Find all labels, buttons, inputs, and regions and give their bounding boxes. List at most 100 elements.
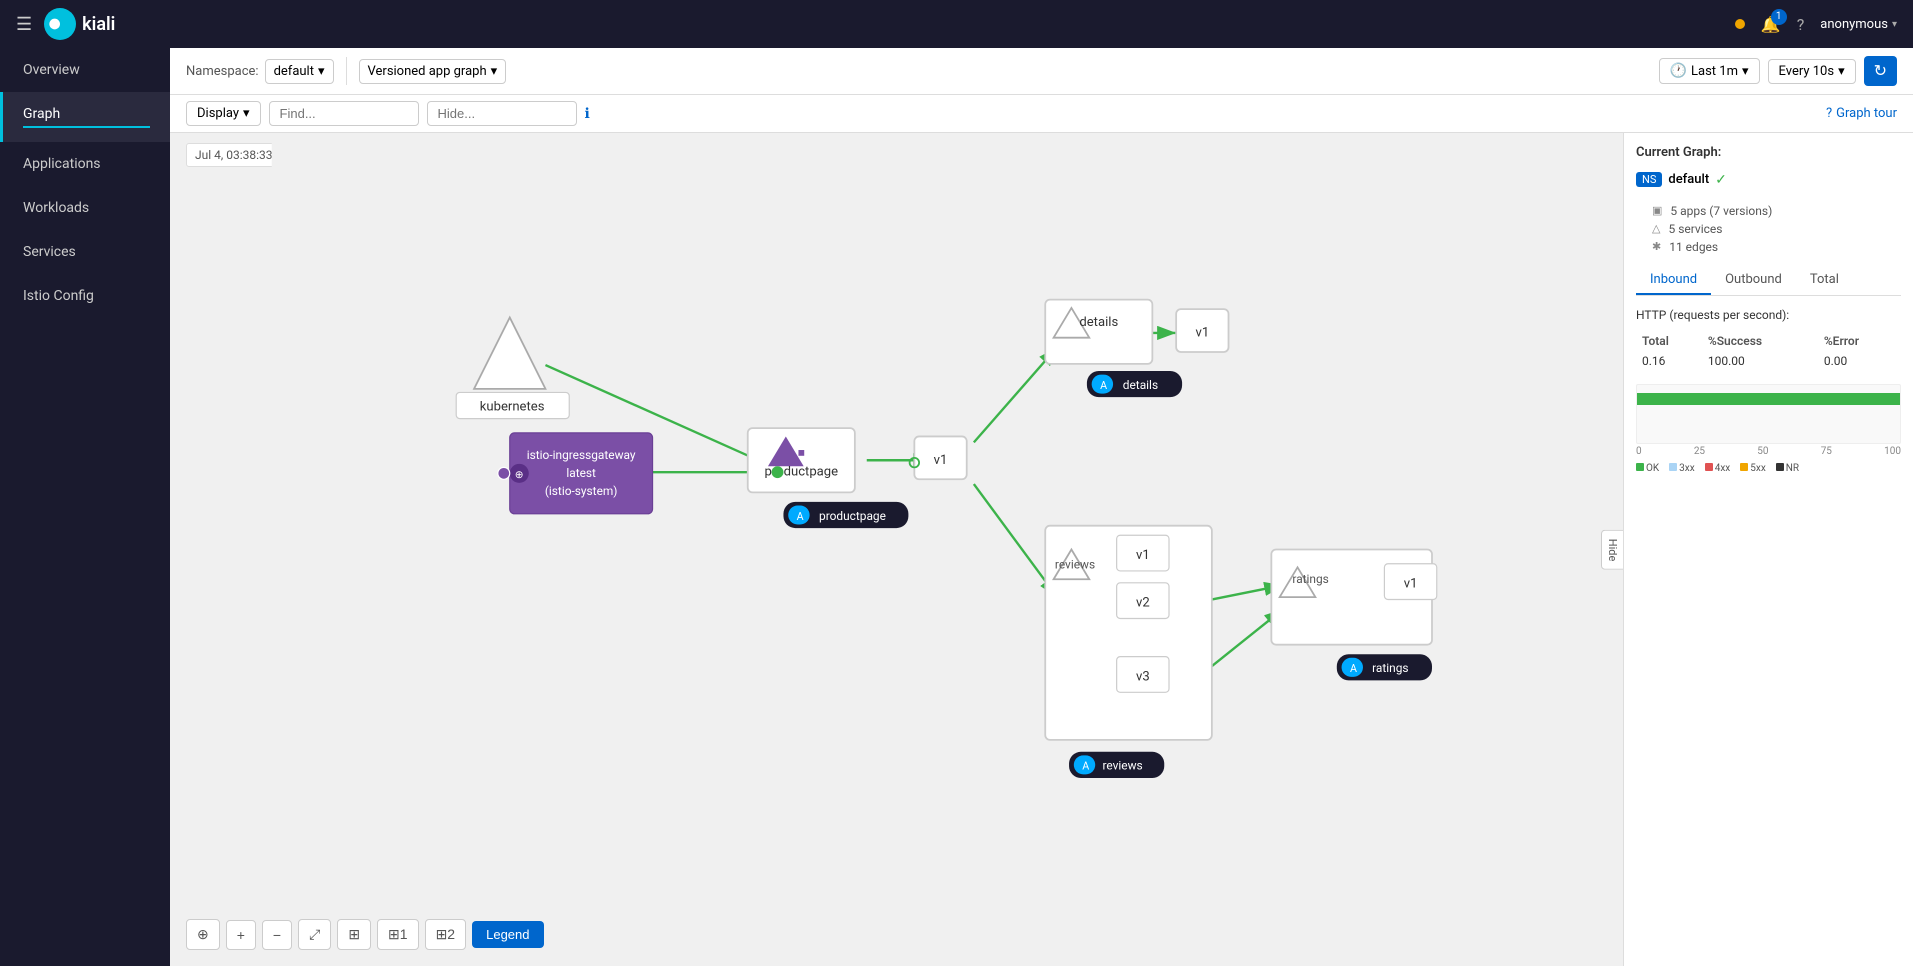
layout-default-button[interactable]: ⊞ (337, 919, 371, 950)
stat-services: △ 5 services (1652, 222, 1901, 236)
sidebar-item-graph[interactable]: Graph (0, 92, 170, 142)
graph-tour-button[interactable]: ? Graph tour (1826, 106, 1897, 121)
graph-type-dropdown[interactable]: Versioned app graph ▾ (359, 59, 507, 84)
username: anonymous (1820, 17, 1888, 32)
graph-svg-area[interactable]: kubernetes istio-ingressgateway latest (… (170, 133, 1623, 966)
legend-nr: NR (1776, 463, 1799, 474)
legend-5xx: 5xx (1740, 463, 1766, 474)
ns-tag: NS (1636, 172, 1662, 187)
stat-apps-text: 5 apps (7 versions) (1670, 204, 1772, 218)
clock-icon: 🕐 (1670, 63, 1687, 79)
col-success: %Success (1704, 332, 1818, 350)
help-icon[interactable]: ? (1797, 15, 1805, 34)
sidebar-item-overview[interactable]: Overview (0, 48, 170, 92)
refresh-button[interactable]: ↻ (1864, 56, 1897, 86)
svg-text:details: details (1079, 315, 1118, 330)
panel-tabs: Inbound Outbound Total (1636, 266, 1901, 296)
legend-button[interactable]: Legend (472, 921, 543, 948)
legend-3xx-dot (1669, 463, 1677, 471)
kiali-logo[interactable]: kiali (44, 8, 115, 40)
find-input[interactable] (269, 101, 419, 126)
svg-text:kubernetes: kubernetes (480, 399, 545, 414)
hide-panel-label: Hide (1606, 538, 1619, 561)
graph-tour-icon: ? (1826, 106, 1832, 121)
svg-text:A: A (1082, 760, 1089, 773)
graph-filter-toolbar: Display ▾ ℹ ? Graph tour (170, 95, 1913, 133)
legend-3xx: 3xx (1669, 463, 1695, 474)
namespace-dropdown-arrow: ▾ (318, 64, 325, 79)
refresh-interval-value: Every 10s (1779, 64, 1835, 79)
top-nav: ☰ kiali 🔔 1 ? anonymous ▾ (0, 0, 1913, 48)
namespace-selector: Namespace: default ▾ (186, 59, 334, 84)
svg-text:■: ■ (798, 446, 805, 460)
legend-ok: OK (1636, 463, 1659, 474)
namespace-label: Namespace: (186, 64, 259, 79)
stat-edges: ✱ 11 edges (1652, 240, 1901, 254)
legend-4xx: 4xx (1705, 463, 1731, 474)
svg-text:v3: v3 (1136, 669, 1150, 684)
ns-name: default (1668, 172, 1709, 187)
display-dropdown[interactable]: Display ▾ (186, 101, 261, 126)
layout-2-button[interactable]: ⊞2 (425, 919, 467, 950)
sidebar: Overview Graph Applications Workloads Se… (0, 48, 170, 966)
user-menu[interactable]: anonymous ▾ (1820, 17, 1897, 32)
sidebar-item-istio-config[interactable]: Istio Config (0, 274, 170, 318)
metrics-table: Total %Success %Error 0.16 100.00 0.00 (1636, 330, 1901, 372)
svg-text:istio-ingressgateway: istio-ingressgateway (527, 448, 636, 462)
col-error: %Error (1820, 332, 1899, 350)
notification-badge: 1 (1771, 9, 1787, 25)
svg-text:A: A (1100, 379, 1107, 392)
layout-1-button[interactable]: ⊞1 (377, 919, 419, 950)
tab-total[interactable]: Total (1796, 266, 1853, 295)
fit-graph-button[interactable]: ⤢ (298, 919, 331, 950)
svg-text:reviews: reviews (1055, 558, 1095, 572)
zoom-in-button[interactable]: + (226, 920, 256, 950)
time-range-dropdown[interactable]: 🕐 Last 1m ▾ (1659, 58, 1760, 84)
bottom-toolbar: ⊕ + − ⤢ ⊞ ⊞1 ⊞2 Legend (186, 919, 544, 950)
svg-text:v1: v1 (1136, 548, 1150, 563)
apps-icon: ▣ (1652, 204, 1662, 217)
fit-to-view-button[interactable]: ⊕ (186, 919, 220, 950)
graph-type-arrow: ▾ (491, 64, 498, 79)
svg-text:(istio-system): (istio-system) (545, 484, 618, 498)
legend-ok-dot (1636, 463, 1644, 471)
graph-toolbar: Namespace: default ▾ Versioned app graph… (170, 48, 1913, 95)
svg-text:productpage: productpage (819, 509, 886, 523)
svg-text:ratings: ratings (1292, 572, 1328, 586)
svg-text:v1: v1 (1195, 325, 1209, 340)
sidebar-item-workloads[interactable]: Workloads (0, 186, 170, 230)
chart-x-axis: 0 25 50 75 100 (1636, 446, 1901, 457)
notifications-bell[interactable]: 🔔 1 (1761, 15, 1781, 34)
tab-inbound[interactable]: Inbound (1636, 266, 1711, 295)
services-icon: △ (1652, 222, 1660, 235)
graph-stats: ▣ 5 apps (7 versions) △ 5 services ✱ 11 … (1652, 204, 1901, 254)
toolbar-divider-1 (346, 57, 347, 85)
hamburger-menu-icon[interactable]: ☰ (16, 14, 32, 35)
zoom-out-button[interactable]: − (262, 920, 292, 950)
graph-canvas[interactable]: Jul 4, 03:38:33 PM ... 03:39:33 PM (170, 133, 1913, 966)
graph-type-value: Versioned app graph (368, 64, 487, 79)
tab-outbound[interactable]: Outbound (1711, 266, 1796, 295)
display-label: Display (197, 106, 239, 121)
svg-text:v1: v1 (1404, 577, 1418, 592)
val-error: 0.00 (1820, 352, 1899, 370)
legend-4xx-dot (1705, 463, 1713, 471)
refresh-interval-dropdown[interactable]: Every 10s ▾ (1768, 59, 1856, 84)
hide-input[interactable] (427, 101, 577, 126)
graph-svg: kubernetes istio-ingressgateway latest (… (170, 133, 1623, 966)
time-range-value: Last 1m (1691, 64, 1738, 79)
sidebar-item-services[interactable]: Services (0, 230, 170, 274)
chart-legend: OK 3xx 4xx 5xx NR (1636, 463, 1901, 474)
status-indicator (1735, 19, 1745, 29)
hide-panel-button[interactable]: Hide (1601, 529, 1623, 570)
filter-info-icon[interactable]: ℹ (585, 106, 590, 122)
x-label-25: 25 (1694, 446, 1705, 457)
ns-health-check: ✓ (1715, 172, 1727, 188)
sidebar-item-applications[interactable]: Applications (0, 142, 170, 186)
time-dropdown-arrow: ▾ (1742, 64, 1749, 79)
graph-tour-label: Graph tour (1836, 106, 1897, 121)
namespace-dropdown[interactable]: default ▾ (265, 59, 334, 84)
svg-text:latest: latest (566, 466, 596, 480)
user-dropdown-arrow: ▾ (1892, 19, 1897, 30)
svg-text:v2: v2 (1136, 596, 1150, 611)
